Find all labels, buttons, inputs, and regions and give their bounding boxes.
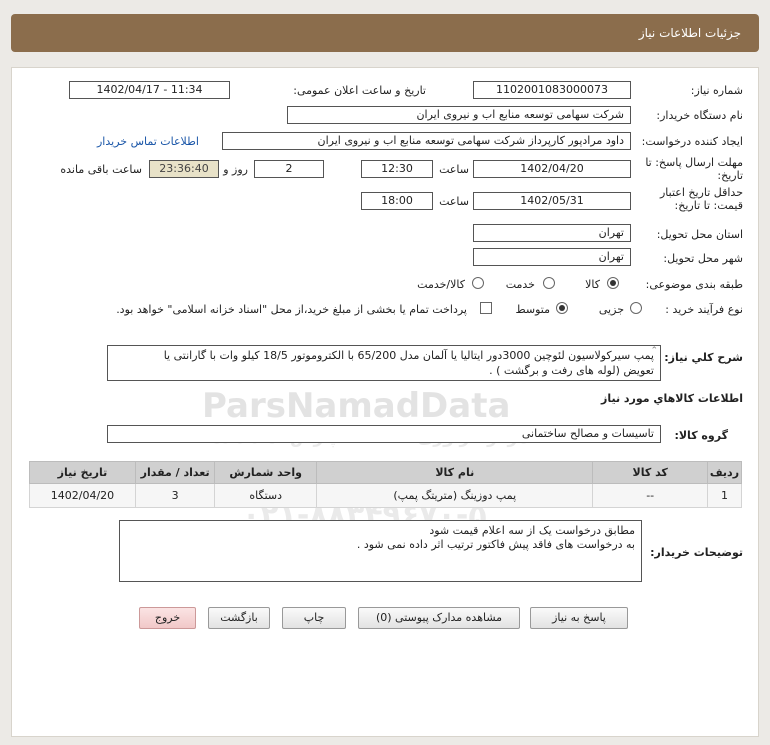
col-row: ردیف bbox=[706, 461, 743, 484]
remaining-time-label: ساعت باقی مانده bbox=[60, 163, 142, 176]
category-label: طبقه بندی موضوعی: bbox=[645, 278, 743, 291]
category-goods-label: کالا bbox=[585, 278, 600, 291]
validity-label-line1: حداقل تاریخ اعتبار bbox=[659, 186, 743, 199]
validity-date-field[interactable]: 1402/05/31 bbox=[473, 192, 631, 210]
province-label: استان محل تحویل: bbox=[656, 228, 743, 241]
cell-unit: دستگاه bbox=[214, 483, 318, 508]
details-panel: ParsNamadData مرکز فراوری اطلاعات پارس ن… bbox=[11, 67, 759, 737]
buyer-notes-line-1: مطابق درخواست یک از سه اعلام قیمت شود bbox=[429, 524, 635, 537]
description-label: شرح کلي نياز: bbox=[664, 351, 743, 364]
goods-table-header: ردیف کد کالا نام کالا واحد شمارش تعداد /… bbox=[29, 461, 743, 484]
contact-buyer-link[interactable]: اطلاعات تماس خریدار bbox=[97, 135, 199, 148]
cell-code: -- bbox=[592, 483, 708, 508]
process-medium-label: متوسط bbox=[515, 303, 550, 316]
province-field[interactable]: تهران bbox=[473, 224, 631, 242]
validity-time-label: ساعت bbox=[439, 195, 469, 208]
process-radio-minor[interactable] bbox=[630, 302, 642, 314]
goods-group-label: گروه کالا: bbox=[674, 429, 728, 442]
deadline-label: مهلت ارسال پاسخ: تا تاریخ: bbox=[645, 156, 743, 182]
need-number-field[interactable]: 1102001083000073 bbox=[473, 81, 631, 99]
back-button[interactable]: بازگشت bbox=[208, 607, 270, 629]
deadline-time-field[interactable]: 12:30 bbox=[361, 160, 433, 178]
col-qty: تعداد / مقدار bbox=[134, 461, 216, 484]
table-row[interactable]: 1 -- پمپ دوزینگ (متریتگ پمپ) دستگاه 3 14… bbox=[29, 483, 743, 508]
goods-group-field[interactable]: تاسیسات و مصالح ساختمانی bbox=[107, 425, 661, 443]
category-radio-goods[interactable] bbox=[607, 277, 619, 289]
cell-name: پمپ دوزینگ (متریتگ پمپ) bbox=[316, 483, 594, 508]
description-line-2: تعویض (لوله های رفت و برگشت ) . bbox=[489, 364, 654, 377]
col-unit: واحد شمارش bbox=[214, 461, 318, 484]
col-name: نام کالا bbox=[316, 461, 594, 484]
buyer-label: نام دستگاه خریدار: bbox=[656, 109, 743, 122]
validity-label: حداقل تاریخ اعتبار قیمت: تا تاریخ: bbox=[660, 186, 743, 212]
validity-time-field[interactable]: 18:00 bbox=[361, 192, 433, 210]
description-line-1: پمپ سیرکولاسیون لئوچین 3000دور ایتالیا ی… bbox=[163, 349, 654, 362]
cell-date: 1402/04/20 bbox=[29, 483, 136, 508]
buyer-notes-label: توضیحات خریدار: bbox=[650, 546, 743, 559]
days-field[interactable]: 2 bbox=[254, 160, 324, 178]
validity-label-line2: قیمت: تا تاریخ: bbox=[674, 199, 743, 212]
treasury-payment-checkbox[interactable] bbox=[480, 302, 492, 314]
creator-field[interactable]: داود مرادپور کارپرداز شرکت سهامی توسعه م… bbox=[222, 132, 631, 150]
category-service-label: خدمت bbox=[505, 278, 535, 291]
process-minor-label: جزیی bbox=[598, 303, 624, 316]
deadline-label-line2: تاریخ: bbox=[717, 169, 743, 182]
deadline-date-field[interactable]: 1402/04/20 bbox=[473, 160, 631, 178]
process-radio-medium[interactable] bbox=[556, 302, 568, 314]
city-label: شهر محل تحویل: bbox=[663, 252, 743, 265]
page-header: جزئیات اطلاعات نیاز bbox=[11, 14, 759, 52]
announce-field[interactable]: 1402/04/17 - 11:34 bbox=[69, 81, 230, 99]
process-label: نوع فرآیند خرید : bbox=[665, 303, 743, 316]
exit-button[interactable]: خروج bbox=[139, 607, 196, 629]
need-number-label: شماره نیاز: bbox=[690, 84, 743, 97]
goods-section-title: اطلاعات کالاهاي مورد نياز bbox=[601, 392, 743, 405]
category-goods-service-label: کالا/خدمت bbox=[417, 278, 465, 291]
print-button[interactable]: چاپ bbox=[282, 607, 346, 629]
buyer-field[interactable]: شرکت سهامی توسعه منابع اب و نیروی ایران bbox=[287, 106, 631, 124]
view-attachments-button[interactable]: مشاهده مدارک پیوستی (0) bbox=[358, 607, 520, 629]
treasury-payment-note: پرداخت تمام یا بخشی از مبلغ خرید،از محل … bbox=[116, 303, 467, 316]
col-code: کد کالا bbox=[592, 461, 708, 484]
deadline-time-label: ساعت bbox=[439, 163, 469, 176]
cell-qty: 3 bbox=[134, 483, 216, 508]
buyer-notes-line-2: به درخواست های فاقد پیش فاکتور ترتیب اثر… bbox=[356, 538, 635, 551]
description-field[interactable]: پمپ سیرکولاسیون لئوچین 3000دور ایتالیا ی… bbox=[107, 345, 661, 381]
category-radio-service[interactable] bbox=[543, 277, 555, 289]
remaining-time-field: 23:36:40 bbox=[149, 160, 219, 178]
col-date: تاریخ نیاز bbox=[29, 461, 136, 484]
city-field[interactable]: تهران bbox=[473, 248, 631, 266]
watermark-brand: ParsNamadData bbox=[202, 386, 511, 426]
days-label: روز و bbox=[223, 163, 248, 176]
page-title: جزئیات اطلاعات نیاز bbox=[638, 26, 741, 40]
category-radio-goods-service[interactable] bbox=[472, 277, 484, 289]
deadline-label-line1: مهلت ارسال پاسخ: تا bbox=[645, 156, 743, 169]
buyer-notes-field[interactable]: مطابق درخواست یک از سه اعلام قیمت شود به… bbox=[119, 520, 642, 582]
goods-table: ردیف کد کالا نام کالا واحد شمارش تعداد /… bbox=[29, 461, 743, 508]
creator-label: ایجاد کننده درخواست: bbox=[641, 135, 743, 148]
announce-label: تاریخ و ساعت اعلان عمومی: bbox=[293, 84, 426, 97]
resize-handle-icon[interactable]: ⌃ bbox=[650, 347, 658, 356]
reply-button[interactable]: پاسخ به نیاز bbox=[530, 607, 628, 629]
cell-row: 1 bbox=[706, 483, 743, 508]
